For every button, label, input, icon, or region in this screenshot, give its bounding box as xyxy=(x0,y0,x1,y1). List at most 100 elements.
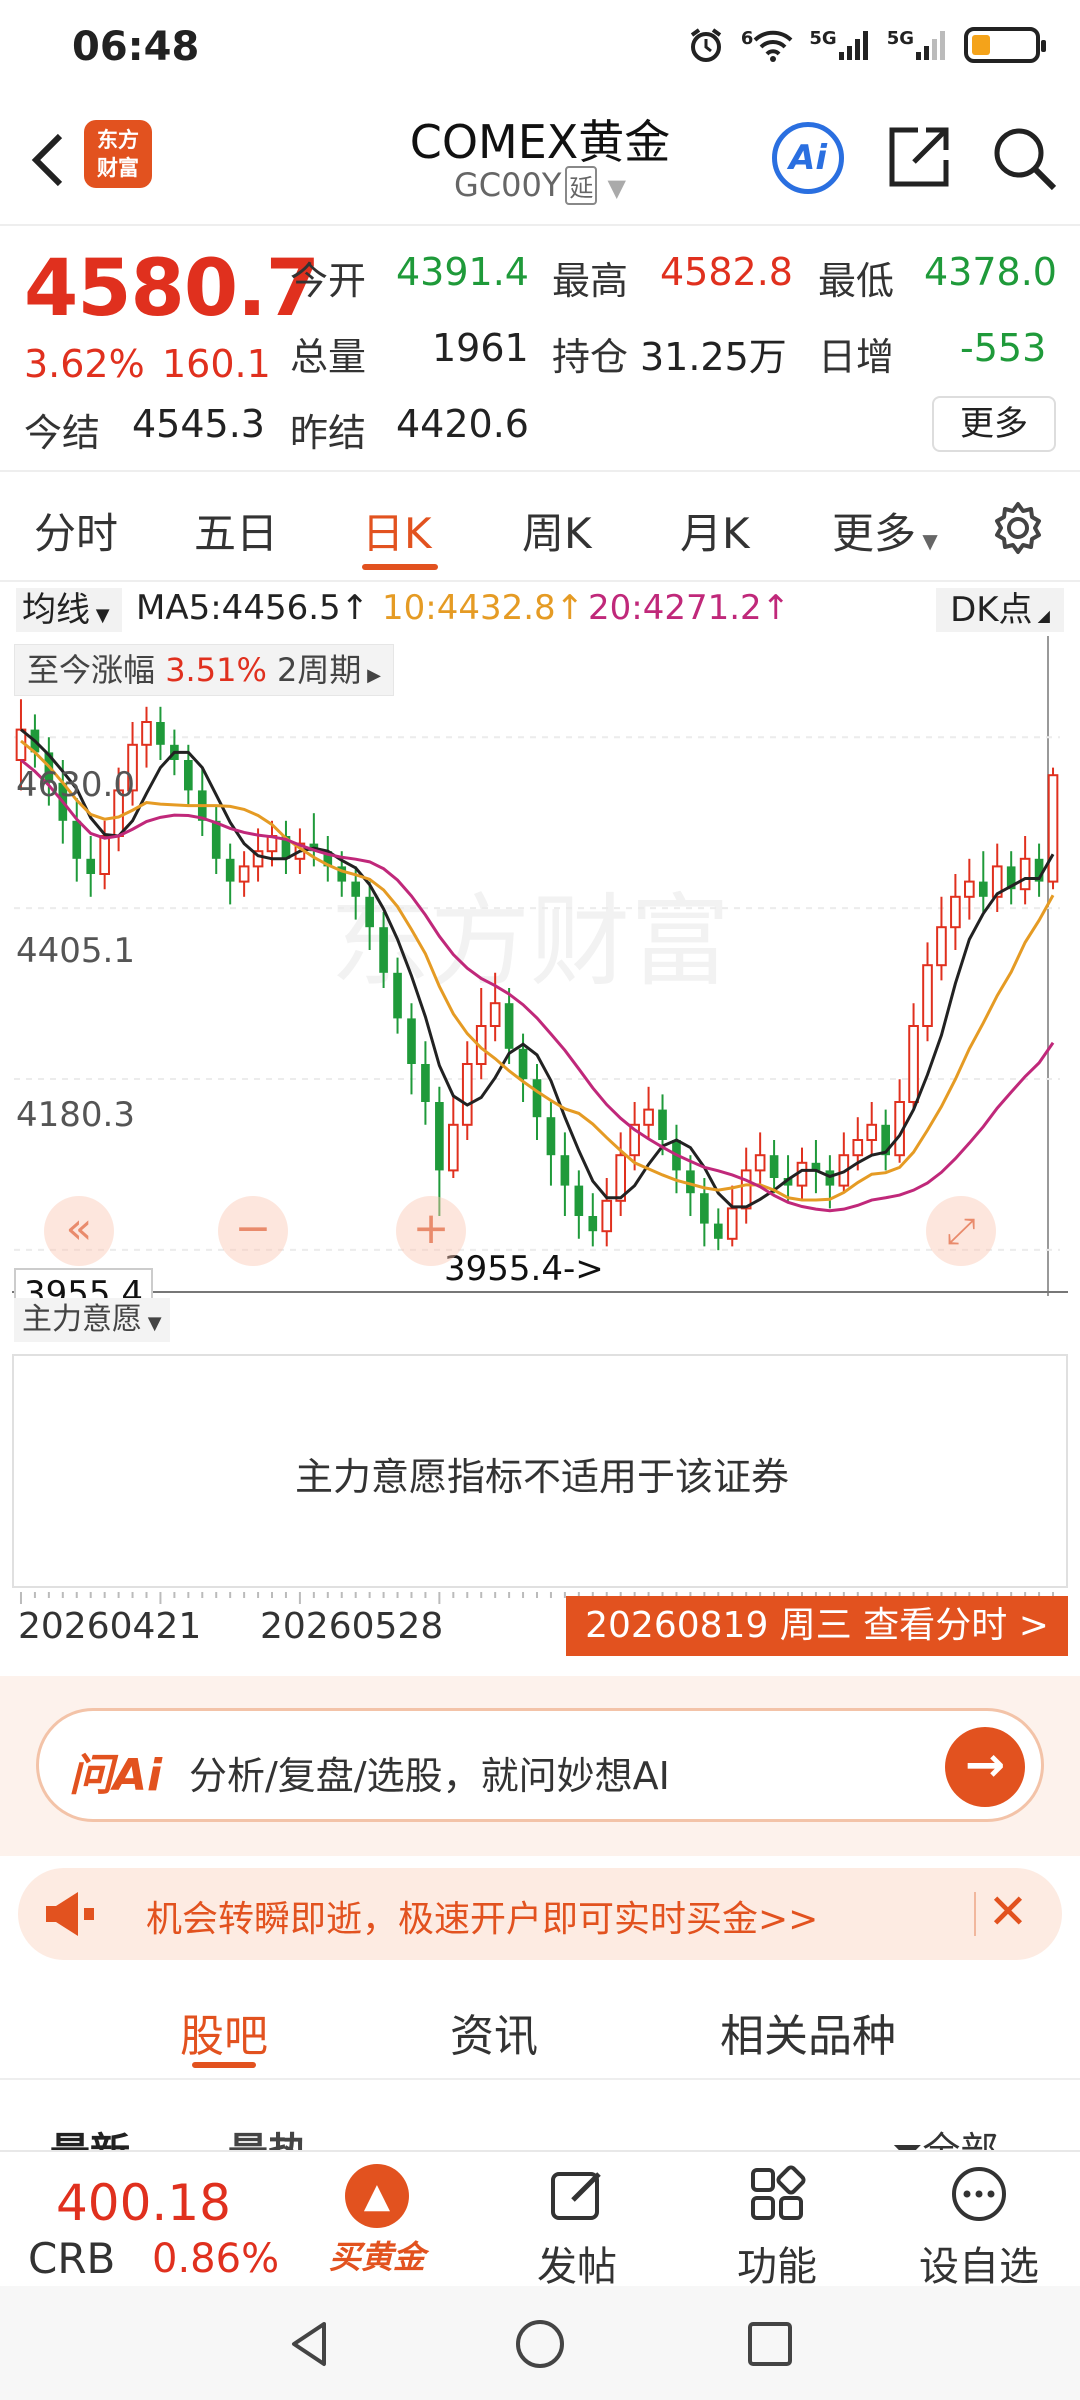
y-tick-label: 4405.1 xyxy=(16,931,135,971)
candle-body xyxy=(643,1108,654,1126)
tab-more[interactable]: 更多 ▼ xyxy=(832,500,938,561)
rewind-icon: « xyxy=(65,1203,93,1254)
candle-body xyxy=(1047,774,1059,883)
candle-body xyxy=(866,1123,878,1141)
filter-row: 最新 最热 ⏷全部 xyxy=(0,2080,1080,2150)
gold-bars-icon: ▲ xyxy=(345,2164,409,2228)
candle-body xyxy=(560,1155,570,1186)
filter-all[interactable]: ⏷全部 xyxy=(892,2120,998,2150)
header: 东方 财富 COMEX黄金 GC00Y 延 ▼ Ai xyxy=(0,100,1080,224)
crb-change: 0.86% xyxy=(152,2236,280,2282)
candle-body xyxy=(72,820,82,859)
tab-intraday[interactable]: 分时 xyxy=(34,500,118,561)
indicator-panel: 主力意愿 ▼ 主力意愿指标不适用于该证券 xyxy=(0,1296,1080,1596)
candle-body xyxy=(796,1161,808,1187)
caret-down-icon: ▼ xyxy=(90,605,110,626)
tab-daily-k[interactable]: 日K xyxy=(362,500,432,561)
instrument-code[interactable]: GC00Y 延 ▼ xyxy=(300,166,780,205)
range-gain-value: 3.51% xyxy=(165,651,267,689)
ai-button[interactable]: Ai xyxy=(772,122,844,194)
settle-label: 今结 xyxy=(24,411,101,455)
ask-ai-logo: 问Ai xyxy=(69,1750,163,1801)
tab-monthly-k[interactable]: 月K xyxy=(680,500,750,561)
candle-body xyxy=(504,1003,514,1049)
nav-back-button[interactable] xyxy=(282,2316,338,2372)
gear-icon xyxy=(995,502,1041,554)
candle-body xyxy=(936,926,947,967)
filter-hot[interactable]: 最热 xyxy=(228,2120,308,2150)
fullscreen-button[interactable]: ⤢ xyxy=(926,1196,996,1266)
megaphone-icon xyxy=(46,1892,94,1936)
status-time: 06:48 xyxy=(72,24,200,70)
ma20-value: 20:4271.2↑ xyxy=(588,588,791,628)
tab-related[interactable]: 相关品种 xyxy=(720,2000,896,2064)
candle-body xyxy=(225,858,235,882)
open-label: 今开 xyxy=(290,259,367,303)
kline-svg: 东方财富 4630.0 4405.1 4180.3 3955.4-> xyxy=(12,636,1068,1296)
alarm-icon xyxy=(690,28,722,62)
share-button[interactable] xyxy=(880,120,956,196)
dk-point-button[interactable]: DK点 ◢ xyxy=(936,588,1064,632)
date-label: 20260421 xyxy=(18,1606,202,1647)
indicator-dropdown[interactable]: 主力意愿 ▼ xyxy=(14,1298,170,1342)
candle-body xyxy=(713,1223,723,1239)
ask-ai-input[interactable]: 问Ai 分析/复盘/选股，就问妙想AI → xyxy=(36,1708,1044,1822)
kline-chart[interactable]: 东方财富 4630.0 4405.1 4180.3 3955.4-> 至今涨幅 … xyxy=(0,636,1080,1320)
candle-body xyxy=(574,1185,584,1216)
candle-body xyxy=(658,1109,667,1140)
position-label: 持仓 xyxy=(552,335,629,379)
crb-name: CRB xyxy=(28,2234,116,2283)
candle-body xyxy=(211,820,221,859)
edit-icon xyxy=(551,2172,601,2220)
bottom-toolbar: 400.18 CRB 0.86% ▲ 买黄金 发帖 功能 设自选 xyxy=(0,2150,1080,2290)
scroll-left-button[interactable]: « xyxy=(44,1196,114,1266)
search-button[interactable] xyxy=(986,120,1062,196)
promo-banner[interactable]: 机会转瞬即逝，极速开户即可实时买金>> ✕ xyxy=(18,1868,1062,1960)
close-icon: ✕ xyxy=(987,1884,1029,1940)
nav-recents-button[interactable] xyxy=(742,2316,798,2372)
promo-close-button[interactable]: ✕ xyxy=(978,1882,1038,1942)
expand-icon: ⤢ xyxy=(946,1211,976,1252)
ma-type-dropdown[interactable]: 均线 ▼ xyxy=(16,588,122,632)
back-button[interactable] xyxy=(18,118,78,198)
date-label: 20260528 xyxy=(260,1606,444,1647)
zoom-out-button[interactable]: − xyxy=(218,1196,288,1266)
zoom-in-button[interactable]: + xyxy=(396,1196,466,1266)
tab-news[interactable]: 资讯 xyxy=(450,2000,538,2064)
nav-home-button[interactable] xyxy=(512,2316,568,2372)
candle-body xyxy=(156,722,165,745)
post-button[interactable]: 发帖 xyxy=(502,2164,652,2292)
candle-body xyxy=(447,1123,459,1172)
app-logo: 东方 财富 xyxy=(84,120,152,188)
tab-five-day[interactable]: 五日 xyxy=(194,500,278,561)
candle-body xyxy=(365,896,374,928)
crb-ticker[interactable]: 400.18 CRB 0.86% xyxy=(0,2152,300,2288)
candle-body xyxy=(1019,857,1031,891)
candle-body xyxy=(421,1064,430,1102)
buy-gold-button[interactable]: ▲ 买黄金 xyxy=(302,2164,452,2278)
range-gain-badge[interactable]: 至今涨幅 3.51% 2周期 ▶ xyxy=(14,644,394,696)
daily-increase-label: 日增 xyxy=(818,335,895,379)
chart-settings-button[interactable] xyxy=(990,500,1046,556)
arrow-right-icon: → xyxy=(964,1737,1006,1793)
share-icon xyxy=(889,127,949,187)
tab-weekly-k[interactable]: 周K xyxy=(522,500,592,561)
filter-newest[interactable]: 最新 xyxy=(50,2120,130,2150)
candle-body xyxy=(546,1117,556,1156)
candle-body xyxy=(978,881,988,897)
candle-body xyxy=(852,1139,864,1157)
function-button[interactable]: 功能 xyxy=(702,2164,852,2292)
view-intraday-badge[interactable]: 20260819 周三 查看分时 > xyxy=(566,1596,1068,1656)
add-watchlist-button[interactable]: 设自选 xyxy=(904,2164,1054,2292)
delay-tag: 延 xyxy=(565,166,598,205)
active-tab-indicator xyxy=(362,564,438,570)
candle-body xyxy=(908,1025,919,1103)
more-quote-button[interactable]: 更多 xyxy=(932,396,1056,452)
ask-ai-submit-button[interactable]: → xyxy=(945,1727,1025,1807)
prev-settle-label: 昨结 xyxy=(290,411,367,455)
battery-icon xyxy=(964,27,1046,63)
ma5-value: MA5:4456.5↑ xyxy=(136,588,370,628)
low-label: 最低 xyxy=(818,259,895,303)
tab-forum[interactable]: 股吧 xyxy=(180,2000,268,2064)
corner-icon: ◢ xyxy=(1032,606,1050,625)
